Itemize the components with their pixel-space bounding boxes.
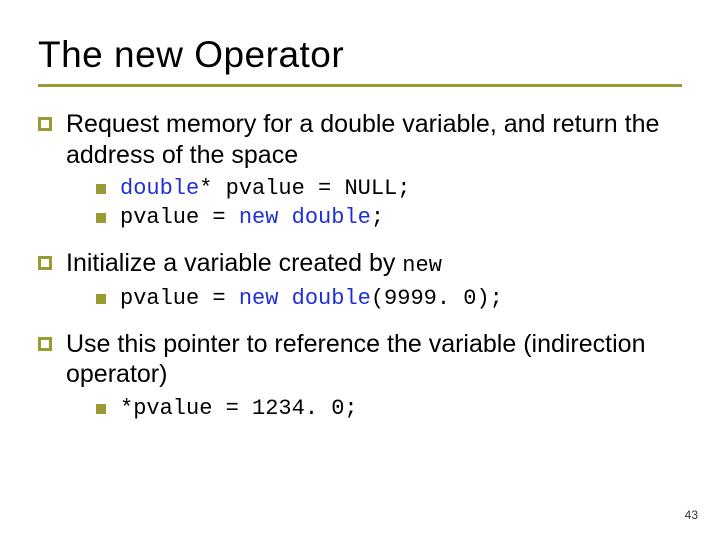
slide-title: The new Operator	[38, 34, 682, 76]
square-open-icon	[38, 256, 52, 270]
point-1-text: Request memory for a double variable, an…	[66, 109, 682, 170]
square-solid-icon	[96, 294, 106, 304]
code-line-2: pvalue = new double;	[96, 205, 682, 230]
point-3: Use this pointer to reference the variab…	[38, 329, 682, 390]
point-1: Request memory for a double variable, an…	[38, 109, 682, 170]
point-1-sub: double* pvalue = NULL; pvalue = new doub…	[96, 176, 682, 230]
square-solid-icon	[96, 404, 106, 414]
page-number: 43	[685, 508, 698, 522]
square-open-icon	[38, 337, 52, 351]
bullet-list: Request memory for a double variable, an…	[38, 109, 682, 421]
point-2-text: Initialize a variable created by new	[66, 248, 442, 280]
code-text: double* pvalue = NULL;	[120, 176, 410, 201]
code-line-1: double* pvalue = NULL;	[96, 176, 682, 201]
title-underline	[38, 84, 682, 87]
code-line-3: pvalue = new double(9999. 0);	[96, 286, 682, 311]
code-text: *pvalue = 1234. 0;	[120, 396, 358, 421]
square-solid-icon	[96, 213, 106, 223]
point-3-text: Use this pointer to reference the variab…	[66, 329, 682, 390]
square-solid-icon	[96, 184, 106, 194]
code-text: pvalue = new double;	[120, 205, 384, 230]
code-line-4: *pvalue = 1234. 0;	[96, 396, 682, 421]
point-2-sub: pvalue = new double(9999. 0);	[96, 286, 682, 311]
point-2: Initialize a variable created by new	[38, 248, 682, 280]
code-text: pvalue = new double(9999. 0);	[120, 286, 503, 311]
point-3-sub: *pvalue = 1234. 0;	[96, 396, 682, 421]
square-open-icon	[38, 117, 52, 131]
